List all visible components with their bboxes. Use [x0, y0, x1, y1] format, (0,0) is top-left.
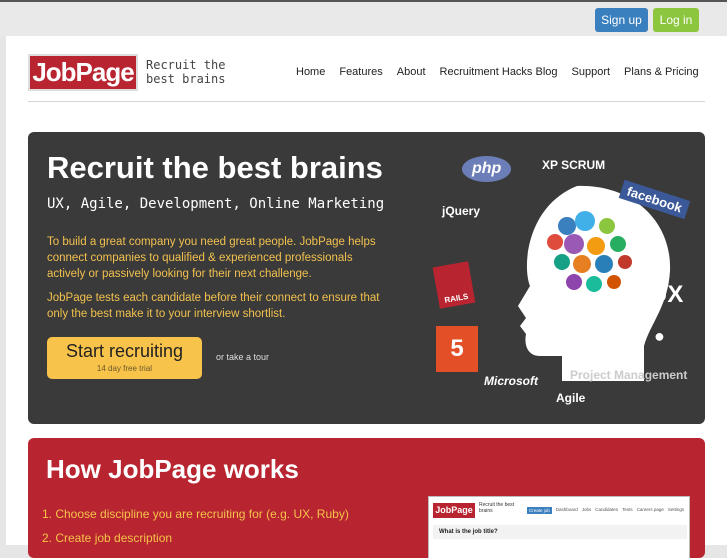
agile-label: Agile — [556, 391, 586, 405]
steps-list: 1. Choose discipline you are recruiting … — [42, 502, 349, 550]
tagline: Recruit the best brains — [146, 58, 226, 86]
preview-nav-item: Jobs — [581, 507, 592, 512]
signup-button[interactable]: Sign up — [595, 8, 648, 32]
project-management-label: Project Management — [570, 368, 688, 382]
hero-paragraph-1: To build a great company you need great … — [47, 236, 376, 280]
logo[interactable]: JobPage — [28, 54, 138, 91]
nav-item-support[interactable]: Support — [572, 66, 611, 78]
header-divider — [28, 101, 705, 102]
main-nav: Home Features About Recruitment Hacks Bl… — [296, 66, 699, 78]
jquery-label: jQuery — [442, 204, 481, 218]
page: JobPage Recruit the best brains Home Fea… — [6, 36, 727, 558]
nav-item-home[interactable]: Home — [296, 66, 325, 78]
login-button[interactable]: Log in — [653, 8, 699, 32]
html5-logo: 5 — [436, 326, 478, 372]
nav-item-features[interactable]: Features — [339, 66, 382, 78]
hero-section: Recruit the best brains UX, Agile, Devel… — [28, 132, 705, 424]
ux-label: UX — [650, 281, 684, 308]
cta-sublabel: 14 day free trial — [96, 364, 153, 373]
preview-tagline: Recruit the best brains — [479, 502, 515, 514]
take-tour-link[interactable]: or take a tour — [216, 352, 269, 362]
hero-subtitle: UX, Agile, Development, Online Marketing — [47, 196, 385, 212]
top-bar: Sign up Log in — [0, 0, 727, 36]
list-item: 1. Choose discipline you are recruiting … — [42, 507, 349, 521]
start-recruiting-button[interactable]: Start recruiting 14 day free trial — [47, 337, 202, 379]
preview-nav-item: Candidates — [595, 507, 619, 512]
preview-nav-item: Settings — [667, 507, 685, 512]
preview-nav-item: Create job — [527, 507, 552, 514]
preview-nav: Create job Dashboard Jobs Candidates Tes… — [527, 507, 684, 514]
cta-label: Start recruiting — [65, 341, 184, 361]
list-item: 2. Create job description — [42, 531, 173, 545]
preview-logo: JobPage — [433, 503, 475, 518]
apple-icon: ● — [654, 326, 665, 346]
hero-paragraph-2: JobPage tests each candidate before thei… — [47, 292, 380, 320]
brain-illustration: php XP SCRUM facebook jQuery RAILS UX ● … — [422, 146, 702, 416]
microsoft-label: Microsoft — [484, 374, 538, 388]
rails-logo: RAILS — [432, 261, 476, 309]
nav-item-pricing[interactable]: Plans & Pricing — [624, 66, 699, 78]
preview-nav-item: Tests — [622, 507, 633, 512]
preview-nav-item: Careers page — [636, 507, 664, 512]
preview-nav-item: Dashboard — [555, 507, 578, 512]
hero-title: Recruit the best brains — [47, 150, 383, 185]
xp-scrum-label: XP SCRUM — [542, 158, 606, 172]
php-logo: php — [462, 156, 512, 182]
app-preview-screenshot: JobPage Recruit the best brains Create j… — [428, 496, 690, 558]
nav-item-about[interactable]: About — [397, 66, 426, 78]
works-title: How JobPage works — [46, 454, 299, 484]
nav-item-blog[interactable]: Recruitment Hacks Blog — [440, 66, 558, 78]
preview-question: What is the job title? — [433, 525, 687, 539]
how-it-works-section: How JobPage works 1. Choose discipline y… — [28, 438, 705, 558]
